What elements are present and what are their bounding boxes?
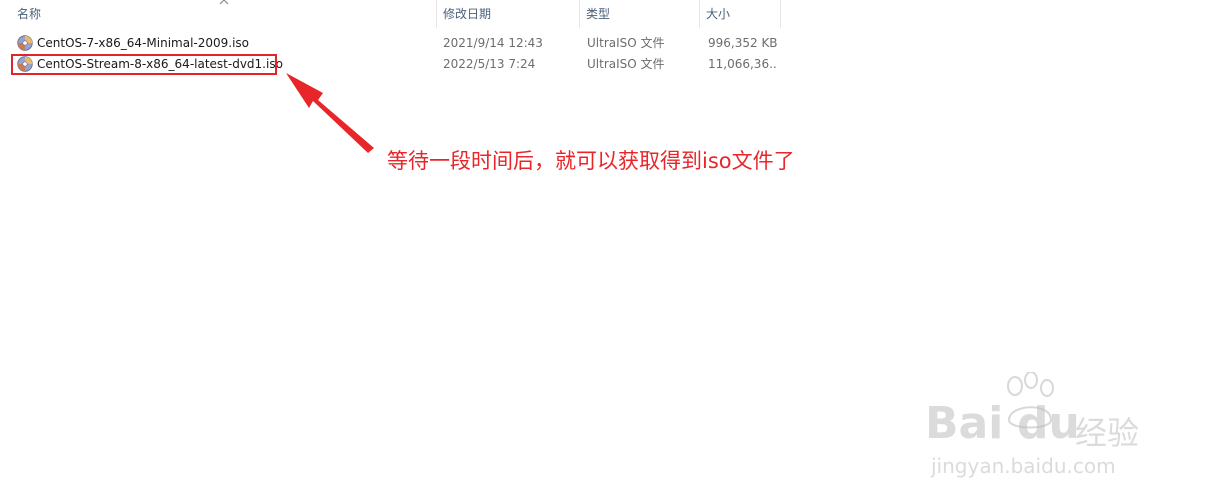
column-header-type[interactable]: 类型: [579, 0, 699, 28]
watermark-url: jingyan.baidu.com: [931, 454, 1116, 478]
file-name: CentOS-7-x86_64-Minimal-2009.iso: [37, 36, 250, 50]
highlight-box: [11, 54, 277, 75]
iso-disc-icon: [17, 35, 33, 51]
file-name-cell[interactable]: CentOS-7-x86_64-Minimal-2009.iso: [17, 33, 427, 54]
file-type: UltraISO 文件: [587, 57, 665, 71]
annotation-text: 等待一段时间后，就可以获取得到iso文件了: [387, 149, 795, 173]
watermark-brand-2: du: [1017, 398, 1080, 449]
column-header-date[interactable]: 修改日期: [436, 0, 579, 28]
file-date: 2021/9/14 12:43: [443, 36, 543, 50]
file-row[interactable]: CentOS-7-x86_64-Minimal-2009.iso 2021/9/…: [0, 33, 781, 54]
column-header-name[interactable]: 名称: [10, 0, 435, 28]
column-divider[interactable]: [780, 0, 781, 28]
watermark-suffix: 经验: [1075, 414, 1140, 452]
file-size: 11,066,36...: [708, 57, 778, 71]
watermark-brand: Bai: [925, 398, 1004, 449]
column-header-size[interactable]: 大小: [699, 0, 780, 28]
file-date: 2022/5/13 7:24: [443, 57, 536, 71]
column-header-row: 名称 修改日期 类型 大小: [0, 0, 781, 28]
baidu-watermark: Bai du 经验 jingyan.baidu.com: [925, 372, 1155, 482]
file-size: 996,352 KB: [708, 36, 778, 50]
file-type: UltraISO 文件: [587, 36, 665, 50]
